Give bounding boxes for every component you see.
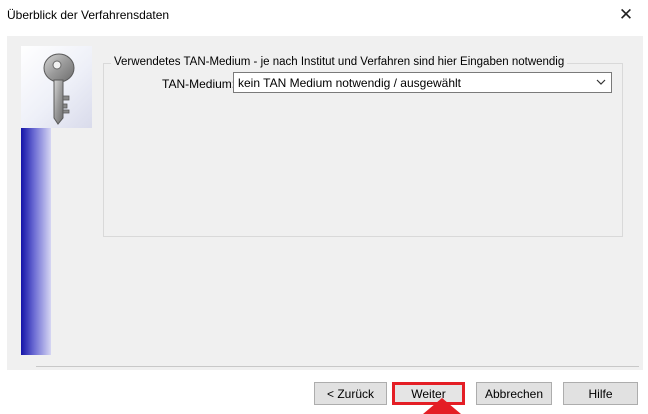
close-icon: ✕: [618, 5, 634, 24]
footer-divider: [36, 366, 639, 367]
window-title: Überblick der Verfahrensdaten: [7, 8, 170, 22]
help-button[interactable]: Hilfe: [563, 382, 638, 405]
back-button[interactable]: < Zurück: [314, 382, 387, 405]
tan-medium-selected-value: kein TAN Medium notwendig / ausgewählt: [238, 76, 462, 90]
close-button[interactable]: ✕: [604, 0, 648, 30]
groupbox-legend: Verwendetes TAN-Medium - je nach Institu…: [111, 56, 568, 68]
title-bar: Überblick der Verfahrensdaten ✕: [0, 0, 648, 30]
chevron-down-icon: [596, 79, 606, 85]
arrow-up-icon: [423, 398, 461, 414]
key-icon: [21, 46, 92, 128]
tan-medium-select[interactable]: kein TAN Medium notwendig / ausgewählt: [233, 72, 612, 93]
cancel-button[interactable]: Abbrechen: [476, 382, 552, 405]
tan-medium-label: TAN-Medium:: [162, 77, 236, 91]
